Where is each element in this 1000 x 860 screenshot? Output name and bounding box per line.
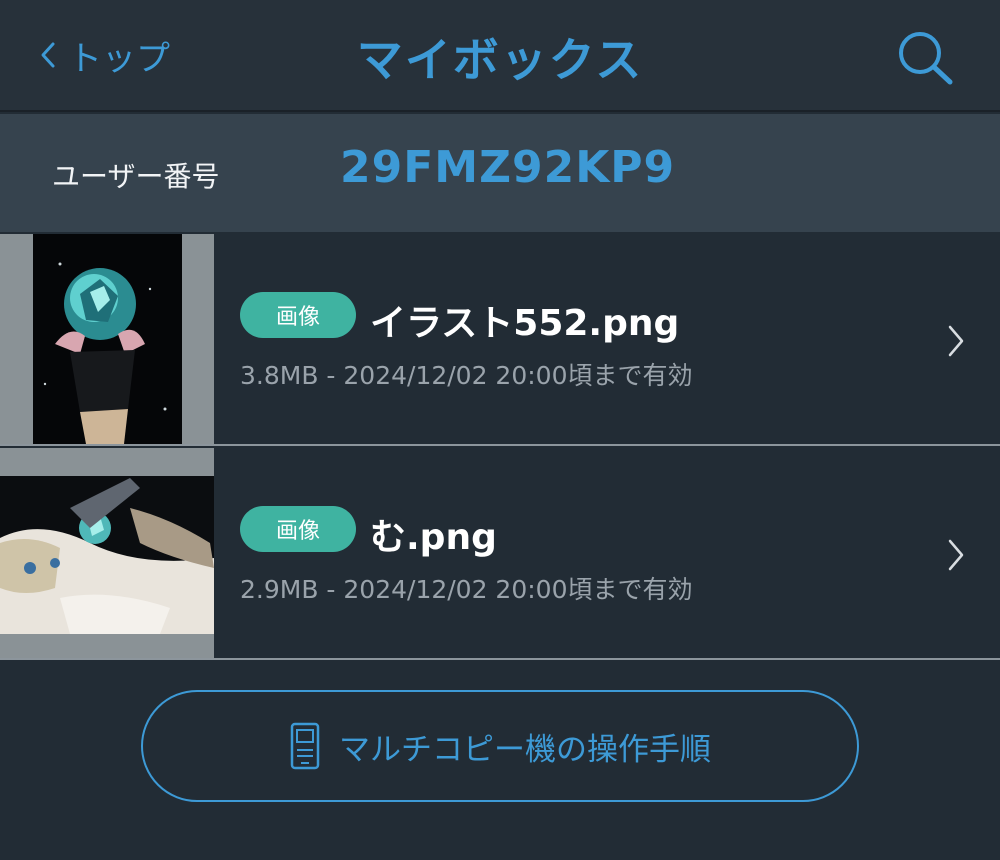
search-icon xyxy=(899,32,953,85)
file-name: む.png xyxy=(370,517,497,558)
file-thumbnail xyxy=(0,448,214,658)
search-button[interactable] xyxy=(894,28,956,88)
illustration-thumbnail-image xyxy=(0,448,214,658)
file-thumbnail xyxy=(0,234,214,444)
file-meta: 3.8MB - 2024/12/02 20:00頃まで有効 xyxy=(240,361,693,390)
illustration-thumbnail-image xyxy=(0,234,214,444)
file-row[interactable]: 画像 む.png 2.9MB - 2024/12/02 20:00頃まで有効 xyxy=(0,448,1000,660)
file-name: イラスト552.png xyxy=(370,303,680,344)
user-number-value: 29FMZ92KP9 xyxy=(340,142,676,193)
file-type-badge: 画像 xyxy=(240,292,356,338)
file-type-badge: 画像 xyxy=(240,506,356,552)
copier-icon xyxy=(290,722,320,770)
chevron-right-icon xyxy=(948,325,964,357)
user-number-label: ユーザー番号 xyxy=(52,160,220,193)
row-divider xyxy=(0,444,1000,446)
row-divider xyxy=(0,658,1000,660)
multi-copier-instructions-button[interactable]: マルチコピー機の操作手順 xyxy=(141,690,859,802)
file-row[interactable]: 画像 イラスト552.png 3.8MB - 2024/12/02 20:00頃… xyxy=(0,234,1000,446)
chevron-right-icon xyxy=(948,539,964,571)
file-meta: 2.9MB - 2024/12/02 20:00頃まで有効 xyxy=(240,575,693,604)
page-title: マイボックス xyxy=(356,33,644,87)
multi-copier-instructions-label: マルチコピー機の操作手順 xyxy=(339,731,711,768)
navigation-bar: トップ マイボックス xyxy=(0,0,1000,112)
